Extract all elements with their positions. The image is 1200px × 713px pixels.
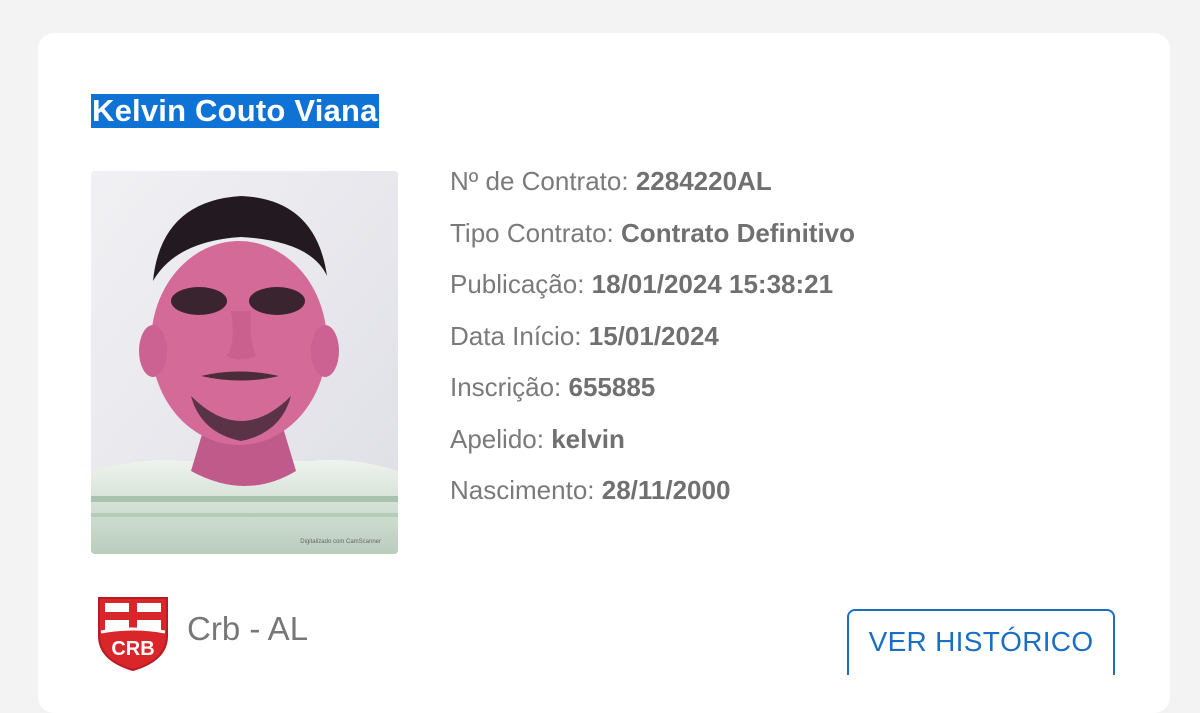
start-date-value: 15/01/2024 [588,320,719,351]
view-history-button[interactable]: VER HISTÓRICO [847,609,1115,675]
contract-type-row: Tipo Contrato: Contrato Definitivo [450,215,855,267]
contract-type-value: Contrato Definitivo [621,217,856,248]
player-name: Kelvin Couto Viana [91,93,379,128]
crest-text: CRB [111,638,154,660]
nickname-value: kelvin [551,423,625,454]
contract-number-row: Nº de Contrato: 2284220AL [450,163,855,215]
birth-date-row: Nascimento: 28/11/2000 [450,472,855,524]
registration-value: 655885 [568,372,656,402]
contract-type-label: Tipo Contrato: [450,217,614,248]
birth-date-label: Nascimento: [450,475,595,505]
publication-value: 18/01/2024 15:38:21 [591,269,834,299]
club-name: Crb - AL [187,610,309,647]
contract-info: Nº de Contrato: 2284220AL Tipo Contrato:… [450,163,855,524]
nickname-row: Apelido: kelvin [450,421,855,473]
contract-number-label: Nº de Contrato: [450,166,629,196]
crb-crest-icon: CRB [98,597,168,672]
contract-number-value: 2284220AL [635,166,772,196]
registration-row: Inscrição: 655885 [450,369,855,421]
publication-row: Publicação: 18/01/2024 15:38:21 [450,266,855,318]
registration-label: Inscrição: [450,372,562,402]
club-info: CRB Crb - AL [95,592,308,672]
publication-label: Publicação: [450,269,585,299]
start-date-row: Data Início: 15/01/2024 [450,318,855,370]
player-photo: Digitalizado com CamScanner [91,171,398,554]
photo-caption: Digitalizado com CamScanner [300,539,381,545]
birth-date-value: 28/11/2000 [601,475,731,505]
nickname-label: Apelido: [450,423,544,454]
start-date-label: Data Início: [450,320,582,351]
